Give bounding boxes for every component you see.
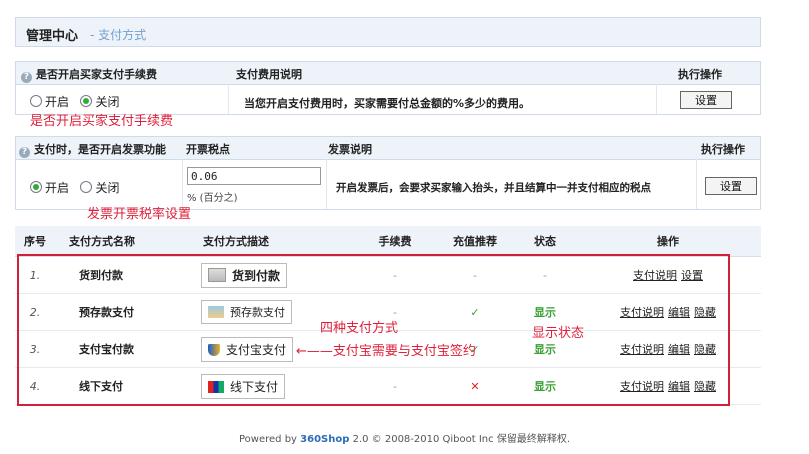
row-number: 1. (15, 256, 55, 294)
method-logo: 支付宝支付 (201, 336, 294, 362)
unionpay-icon (208, 380, 224, 393)
method-name: 线下支付 (55, 367, 195, 405)
col-header: 状态 (515, 226, 575, 257)
invoice-panel-header: ? 支付时，是否开启发票功能 开票税点 发票说明 执行操作 (16, 137, 760, 160)
payment-methods-table: 序号 支付方式名称 支付方式描述 手续费 充值推荐 状态 操作 1. 货到付款 … (15, 226, 761, 405)
help-icon: ? (21, 72, 32, 83)
op-link-hide[interactable]: 隐藏 (694, 380, 716, 393)
alipay-shield-icon (208, 343, 220, 356)
fee-annotation: 是否开启买家支付手续费 (30, 114, 174, 129)
col-header: 操作 (575, 226, 761, 257)
invoice-op-header: 执行操作 (701, 143, 745, 156)
recommend-cell: - (435, 256, 515, 294)
invoice-panel: ? 支付时，是否开启发票功能 开票税点 发票说明 执行操作 开启 关闭 0.06 … (15, 136, 761, 210)
invoice-set-button[interactable]: 设置 (705, 177, 757, 195)
table-row: 4. 线下支付 线下支付 - ✕ 显示 支付说明 编辑 隐藏 (15, 367, 761, 405)
method-name: 支付宝付款 (55, 330, 195, 368)
method-name: 预存款支付 (55, 293, 195, 331)
invoice-rate-header: 开票税点 (186, 143, 230, 156)
invoice-desc-header: 发票说明 (328, 143, 372, 156)
fee-description: 当您开启支付费用时，买家需要付总金额的%多少的费用。 (244, 97, 531, 110)
op-link-info[interactable]: 支付说明 (620, 343, 664, 356)
op-link-edit[interactable]: 编辑 (668, 306, 690, 319)
fee-op-header: 执行操作 (678, 68, 722, 81)
page-header: 管理中心 - 支付方式 (15, 17, 761, 47)
method-logo: 线下支付 (201, 373, 286, 399)
invoice-radio-off[interactable] (80, 181, 93, 193)
invoice-opt-off-label: 关闭 (95, 181, 120, 195)
fee-desc-header: 支付费用说明 (236, 68, 302, 81)
help-icon: ? (19, 147, 30, 158)
col-header: 充值推荐 (435, 226, 515, 257)
op-link-info[interactable]: 支付说明 (633, 269, 677, 282)
invoice-opt-on-label: 开启 (45, 181, 70, 195)
fee-radio-on[interactable] (30, 95, 42, 107)
fee-panel-header: ? 是否开启买家支付手续费 支付费用说明 执行操作 (16, 62, 760, 85)
table-row: 1. 货到付款 货到付款 - - - 支付说明 设置 (15, 256, 761, 294)
op-link-hide[interactable]: 隐藏 (694, 343, 716, 356)
cod-icon (208, 267, 226, 282)
deposit-icon (208, 306, 224, 318)
fee-opt-on-label: 开启 (45, 95, 70, 109)
col-header: 手续费 (355, 226, 435, 257)
status-cell: 显示 (515, 367, 575, 405)
invoice-description: 开启发票后，会要求买家输入抬头，并且结算中一并支付相应的税点 (336, 182, 651, 194)
method-name: 货到付款 (55, 256, 195, 294)
op-link-settings[interactable]: 设置 (681, 269, 703, 282)
col-header: 支付方式名称 (55, 226, 195, 257)
footer: Powered by 360Shop 2.0 © 2008-2010 Qiboo… (239, 434, 570, 445)
page-title: 管理中心 (26, 29, 79, 44)
four-methods-annotation: 四种支付方式 (320, 321, 399, 336)
col-header: 序号 (15, 226, 55, 257)
op-link-info[interactable]: 支付说明 (620, 380, 664, 393)
fee-set-button[interactable]: 设置 (680, 91, 732, 109)
fee-opt-off-label: 关闭 (95, 95, 120, 109)
fee-question-label: 是否开启买家支付手续费 (36, 68, 157, 81)
invoice-question-label: 支付时，是否开启发票功能 (34, 143, 166, 156)
tax-rate-input[interactable]: 0.06 (187, 167, 321, 185)
fee-radio-off[interactable] (80, 95, 93, 107)
breadcrumb: - 支付方式 (90, 28, 147, 42)
invoice-radio-on[interactable] (30, 181, 42, 193)
alipay-annotation: ←——支付宝需要与支付宝签约 (296, 344, 476, 359)
method-logo: 预存款支付 (201, 300, 292, 324)
recommend-cross-icon: ✕ (435, 367, 515, 405)
tax-rate-unit: % (百分之) (187, 193, 238, 204)
row-number: 3. (15, 330, 55, 368)
show-status-annotation: 显示状态 (532, 326, 585, 341)
recommend-check-icon: ✓ (435, 293, 515, 331)
op-link-hide[interactable]: 隐藏 (694, 306, 716, 319)
fee-cell: - (355, 256, 435, 294)
op-link-edit[interactable]: 编辑 (668, 343, 690, 356)
row-number: 2. (15, 293, 55, 331)
op-link-info[interactable]: 支付说明 (620, 306, 664, 319)
fee-cell: - (355, 367, 435, 405)
brand-link[interactable]: 360Shop (300, 434, 349, 445)
method-logo: 货到付款 (201, 262, 288, 288)
status-cell: - (515, 256, 575, 294)
fee-panel: ? 是否开启买家支付手续费 支付费用说明 执行操作 开启 关闭 当您开启支付费用时… (15, 61, 761, 115)
table-header-row: 序号 支付方式名称 支付方式描述 手续费 充值推荐 状态 操作 (15, 226, 761, 257)
row-number: 4. (15, 367, 55, 405)
invoice-annotation: 发票开票税率设置 (87, 207, 192, 222)
op-link-edit[interactable]: 编辑 (668, 380, 690, 393)
col-header: 支付方式描述 (195, 226, 355, 257)
